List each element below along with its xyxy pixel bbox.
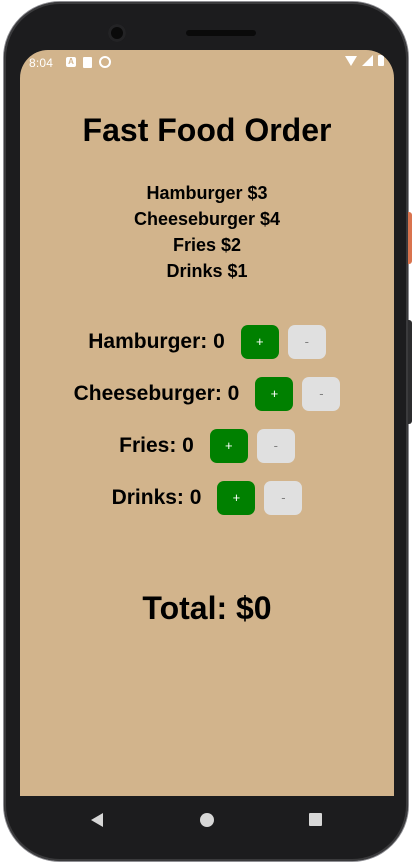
drinks-add-button[interactable]: + (217, 481, 256, 515)
drinks-remove-button[interactable]: - (264, 481, 303, 515)
order-row-drinks: Drinks: 0 + - (20, 472, 394, 524)
order-row-fries: Fries: 0 + - (20, 420, 394, 472)
menu-item-cheeseburger: Cheeseburger $4 (133, 209, 281, 229)
earpiece-speaker (186, 30, 256, 36)
status-time: 8:04 (29, 56, 54, 70)
volume-button (408, 320, 412, 424)
cheeseburger-add-button[interactable]: + (255, 377, 294, 411)
home-icon[interactable] (200, 813, 214, 827)
menu-item-drinks: Drinks $1 (166, 261, 248, 281)
cheeseburger-count-label: Cheeseburger: 0 (73, 382, 240, 405)
front-camera (108, 24, 126, 42)
system-nav-bar (20, 796, 394, 844)
order-total: Total: $0 (142, 590, 272, 626)
hamburger-count-label: Hamburger: 0 (88, 330, 225, 353)
price-menu: Hamburger $3 Cheeseburger $4 Fries $2 Dr… (20, 180, 394, 284)
back-icon[interactable] (91, 813, 103, 827)
order-row-cheeseburger: Cheeseburger: 0 + - (20, 368, 394, 420)
page-title: Fast Food Order (82, 112, 332, 148)
battery-icon (378, 55, 384, 66)
wifi-icon (345, 55, 357, 66)
document-icon (83, 56, 92, 68)
signal-icon (362, 55, 373, 66)
recents-icon[interactable] (309, 813, 322, 826)
fries-remove-button[interactable]: - (256, 429, 295, 463)
menu-item-hamburger: Hamburger $3 (146, 183, 268, 203)
status-icons-right (345, 55, 384, 66)
menu-item-fries: Fries $2 (172, 235, 242, 255)
app-screen: 8:04 A Fast Food Order Hamburger $3 Chee… (20, 50, 394, 796)
order-list: Hamburger: 0 + - Cheeseburger: 0 + - Fri… (20, 316, 394, 524)
cheeseburger-remove-button[interactable]: - (302, 377, 341, 411)
fries-add-button[interactable]: + (209, 429, 248, 463)
hamburger-add-button[interactable]: + (240, 325, 279, 359)
sync-icon (99, 56, 111, 68)
hamburger-remove-button[interactable]: - (287, 325, 326, 359)
fries-count-label: Fries: 0 (119, 434, 194, 457)
a-icon: A (66, 57, 76, 67)
drinks-count-label: Drinks: 0 (111, 486, 202, 509)
order-row-hamburger: Hamburger: 0 + - (20, 316, 394, 368)
power-button (408, 212, 412, 264)
status-bar: 8:04 A (20, 50, 394, 76)
status-icons-left: A (66, 56, 111, 68)
